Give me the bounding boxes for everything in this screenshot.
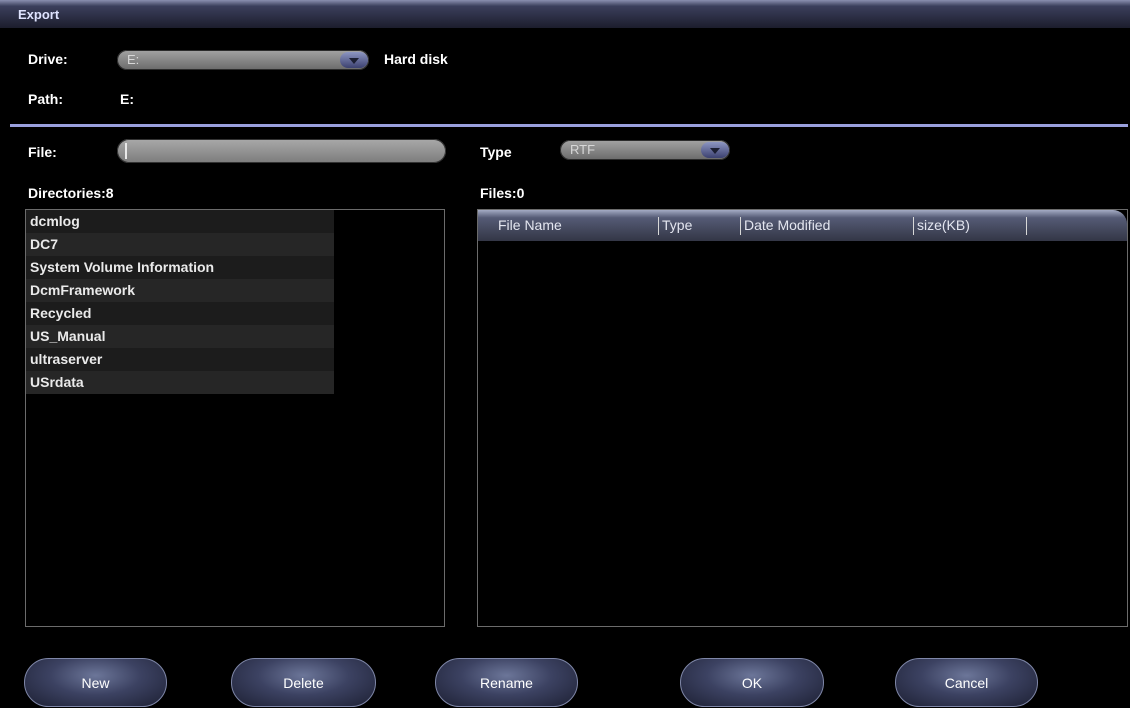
title-bar: Export [0, 0, 1130, 28]
directory-item[interactable]: dcmlog [26, 210, 334, 233]
file-list[interactable]: File Name Type Date Modified size(KB) [477, 209, 1128, 627]
delete-button[interactable]: Delete [231, 658, 376, 707]
column-date-modified[interactable]: Date Modified [740, 217, 830, 236]
directory-item[interactable]: System Volume Information [26, 256, 334, 279]
path-value: E: [120, 91, 134, 107]
column-type[interactable]: Type [658, 217, 692, 236]
directories-header: Directories:8 [28, 185, 114, 201]
window-title: Export [18, 7, 60, 22]
file-label: File: [28, 144, 57, 160]
type-select[interactable]: RTF [560, 140, 730, 160]
file-list-header: File Name Type Date Modified size(KB) [478, 210, 1127, 241]
chevron-down-icon[interactable] [340, 52, 368, 68]
directory-list[interactable]: dcmlog DC7 System Volume Information Dcm… [25, 209, 445, 627]
drive-select-value: E: [127, 52, 140, 67]
rename-button[interactable]: Rename [435, 658, 578, 707]
drive-select[interactable]: E: [117, 50, 369, 70]
ok-button[interactable]: OK [680, 658, 824, 707]
directory-item[interactable]: DC7 [26, 233, 334, 256]
column-size[interactable]: size(KB) [913, 217, 970, 236]
drive-label: Drive: [28, 51, 68, 67]
files-header: Files:0 [480, 185, 525, 201]
cancel-button[interactable]: Cancel [895, 658, 1038, 707]
directory-item[interactable]: Recycled [26, 302, 334, 325]
text-caret [125, 143, 127, 159]
directory-item[interactable]: USrdata [26, 371, 334, 394]
column-file-name[interactable]: File Name [498, 217, 562, 233]
chevron-down-icon[interactable] [701, 142, 729, 158]
column-end-divider [1026, 217, 1030, 236]
type-label: Type [480, 144, 512, 160]
directory-item[interactable]: DcmFramework [26, 279, 334, 302]
type-select-value: RTF [570, 142, 596, 157]
section-divider [10, 124, 1128, 127]
new-button[interactable]: New [24, 658, 167, 707]
drive-description: Hard disk [384, 51, 448, 67]
directory-item[interactable]: ultraserver [26, 348, 334, 371]
directory-item[interactable]: US_Manual [26, 325, 334, 348]
path-label: Path: [28, 91, 63, 107]
file-name-input[interactable] [117, 139, 446, 163]
